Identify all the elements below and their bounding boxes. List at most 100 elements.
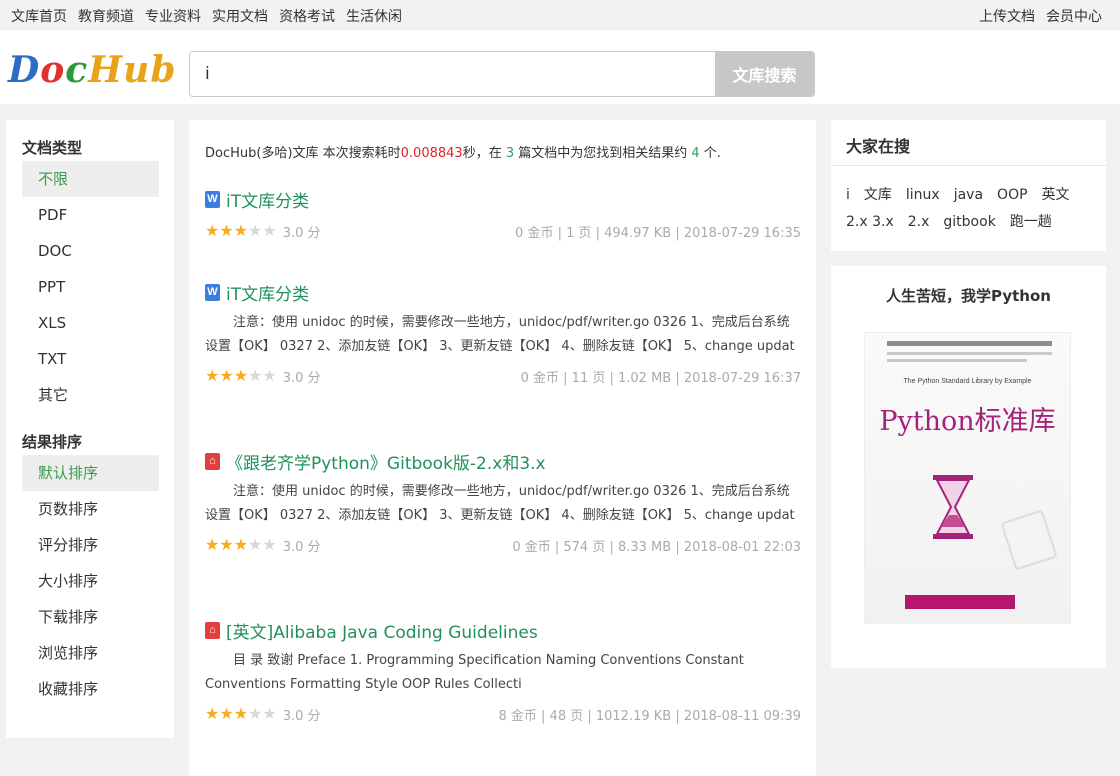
search-time: 0.008843	[400, 146, 463, 161]
result-meta: ★ ★ ★ ★ ★ 3.0 分 0 金币 | 11 页 | 1.02 MB | 2018…	[205, 365, 801, 387]
sort-pages[interactable]: 页数排序	[22, 491, 159, 527]
search-summary: DocHub(多哈)文库 本次搜索耗时0.008843秒，在 3 篇文档中为您找…	[205, 142, 721, 161]
result-title-row[interactable]: ⌂ 《跟老齐学Python》Gitbook版-2.x和3.x	[205, 448, 801, 474]
rating-stars: ★ ★ ★ ★ ★ 3.0 分	[205, 222, 321, 241]
star-icon: ★	[205, 704, 220, 723]
nav-life-link[interactable]: 生活休闲	[346, 6, 402, 26]
header: DocHub 文库搜索	[0, 30, 1120, 104]
result-stats: 8 金币 | 48 页 | 1012.19 KB | 2018-08-11 09…	[498, 708, 802, 724]
publisher-bar	[905, 595, 1015, 609]
book-subtitle: The Python Standard Library by Example	[903, 378, 1032, 385]
star-icon: ★	[233, 704, 249, 723]
nav-exam-link[interactable]: 资格考试	[279, 6, 335, 26]
result-item: W iT文库分类 注意：使用 unidoc 的时候，需要修改一些地方，unido…	[205, 279, 801, 387]
results-panel: DocHub(多哈)文库 本次搜索耗时0.008843秒，在 3 篇文档中为您找…	[189, 120, 816, 776]
summary-text: 秒，在	[462, 146, 506, 161]
hot-tag[interactable]: 跑一趟	[1010, 209, 1052, 236]
hot-tag[interactable]: 文库	[864, 182, 892, 209]
star-icon: ★	[233, 221, 249, 240]
ad-title: 人生苦短，我学Python	[886, 287, 1051, 305]
result-count: 4	[691, 146, 700, 161]
cover-text-line	[887, 341, 1052, 346]
top-nav: 文库首页 教育频道 专业资料 实用文档 资格考试 生活休闲 上传文档 会员中心	[0, 0, 1120, 30]
result-title-row[interactable]: W iT文库分类	[205, 279, 801, 305]
sort-favorites[interactable]: 收藏排序	[22, 671, 159, 707]
star-icon: ★	[248, 704, 263, 723]
result-title[interactable]: iT文库分类	[226, 280, 309, 305]
star-icon: ★	[248, 221, 263, 240]
star-icon: ★	[219, 221, 234, 240]
score-text: 3.0 分	[282, 370, 321, 386]
ad-panel[interactable]: 人生苦短，我学Python The Python Standard Librar…	[831, 266, 1106, 668]
result-description: 目 录 致谢 Preface 1. Programming Specificat…	[205, 653, 744, 692]
book-cover-image[interactable]: The Python Standard Library by Example P…	[864, 332, 1071, 624]
hot-tag[interactable]: OOP	[997, 182, 1027, 209]
star-icon: ★	[219, 366, 234, 385]
nav-professional-link[interactable]: 专业资料	[145, 6, 201, 26]
search-input[interactable]	[190, 52, 715, 96]
cover-text-line	[887, 359, 1027, 362]
doc-type-xls[interactable]: XLS	[22, 305, 159, 341]
star-icon: ★	[248, 366, 263, 385]
doc-type-pdf[interactable]: PDF	[22, 197, 159, 233]
logo-letter: Hub	[88, 49, 177, 91]
hot-tag[interactable]: i	[846, 182, 850, 209]
result-description: 注意：使用 unidoc 的时候，需要修改一些地方，unidoc/pdf/wri…	[205, 315, 795, 354]
pdf-file-icon: ⌂	[205, 452, 220, 470]
star-icon: ★	[262, 366, 277, 385]
nav-education-link[interactable]: 教育频道	[78, 6, 134, 26]
sort-default[interactable]: 默认排序	[22, 455, 159, 491]
hot-tag[interactable]: 英文	[1042, 182, 1070, 209]
result-title[interactable]: iT文库分类	[226, 187, 309, 212]
upload-link[interactable]: 上传文档	[979, 6, 1035, 26]
star-icon: ★	[219, 704, 234, 723]
nav-home-link[interactable]: 文库首页	[11, 6, 67, 26]
hot-tags: i 文库 linux java OOP 英文 2.x 3.x 2.x gitbo…	[831, 166, 1106, 236]
result-item: ⌂ 《跟老齐学Python》Gitbook版-2.x和3.x 注意：使用 uni…	[205, 448, 801, 556]
result-title-row[interactable]: W iT文库分类	[205, 186, 801, 212]
doc-count: 3	[505, 146, 515, 161]
sort-downloads[interactable]: 下载排序	[22, 599, 159, 635]
star-icon: ★	[233, 366, 249, 385]
result-meta: ★ ★ ★ ★ ★ 3.0 分 0 金币 | 574 页 | 8.33 MB | 201…	[205, 534, 801, 556]
nav-practical-link[interactable]: 实用文档	[212, 6, 268, 26]
rating-stars: ★ ★ ★ ★ ★ 3.0 分	[205, 536, 321, 555]
logo-letter: o	[40, 49, 66, 91]
result-title[interactable]: [英文]Alibaba Java Coding Guidelines	[226, 618, 538, 643]
summary-text: 篇文档中为您找到相关结果约	[514, 146, 692, 161]
star-icon: ★	[233, 535, 249, 554]
doc-type-doc[interactable]: DOC	[22, 233, 159, 269]
doc-type-ppt[interactable]: PPT	[22, 269, 159, 305]
result-description: 注意：使用 unidoc 的时候，需要修改一些地方，unidoc/pdf/wri…	[205, 484, 795, 523]
search-button[interactable]: 文库搜索	[715, 52, 814, 96]
doc-type-txt[interactable]: TXT	[22, 341, 159, 377]
star-icon: ★	[205, 221, 220, 240]
hot-tag[interactable]: gitbook	[943, 209, 995, 236]
star-icon: ★	[262, 221, 277, 240]
hourglass-icon	[933, 475, 973, 539]
star-icon: ★	[205, 535, 220, 554]
search-bar: 文库搜索	[189, 51, 815, 97]
summary-text: 个.	[699, 146, 721, 161]
pdf-file-icon: ⌂	[205, 621, 220, 639]
hot-tag[interactable]: java	[954, 182, 983, 209]
logo-letter: c	[65, 49, 89, 91]
doc-type-all[interactable]: 不限	[22, 161, 159, 197]
dochub-logo[interactable]: DocHub	[8, 50, 177, 90]
star-icon: ★	[205, 366, 220, 385]
hot-tag[interactable]: linux	[906, 182, 940, 209]
doc-type-other[interactable]: 其它	[22, 377, 159, 413]
result-title-row[interactable]: ⌂ [英文]Alibaba Java Coding Guidelines	[205, 617, 801, 643]
result-title[interactable]: 《跟老齐学Python》Gitbook版-2.x和3.x	[226, 449, 546, 474]
sort-score[interactable]: 评分排序	[22, 527, 159, 563]
hot-tag[interactable]: 2.x	[908, 209, 930, 236]
rating-stars: ★ ★ ★ ★ ★ 3.0 分	[205, 367, 321, 386]
sort-list: 默认排序 页数排序 评分排序 大小排序 下载排序 浏览排序 收藏排序	[22, 455, 159, 707]
member-center-link[interactable]: 会员中心	[1046, 6, 1102, 26]
sort-size[interactable]: 大小排序	[22, 563, 159, 599]
sort-views[interactable]: 浏览排序	[22, 635, 159, 671]
hot-tag[interactable]: 2.x 3.x	[846, 209, 894, 236]
score-text: 3.0 分	[282, 708, 321, 724]
result-item: W iT文库分类 ★ ★ ★ ★ ★ 3.0 分 0 金币 | 1 页 | 494.97…	[205, 186, 801, 242]
sort-heading: 结果排序	[22, 433, 83, 451]
